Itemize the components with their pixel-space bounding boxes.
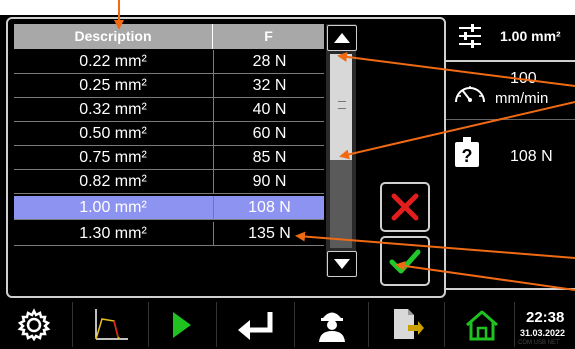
column-header-force[interactable]: F [213,24,324,49]
table-row[interactable]: 0.32 mm² 40 N [14,98,324,122]
scrollbar-track-lower[interactable] [330,160,352,248]
scrollbar-grip [338,101,346,109]
force-value: 108 N [510,148,553,165]
row-force: 85 N [213,146,325,169]
file-export-icon[interactable] [378,300,434,349]
table-row[interactable]: 0.50 mm² 60 N [14,122,324,146]
red-x-icon [391,193,419,221]
scroll-up-button[interactable] [327,25,357,51]
toolbar-separator [72,302,73,347]
row-description: 0.82 mm² [79,173,147,190]
triangle-up-icon [334,33,350,43]
row-description: 1.00 mm² [79,199,147,216]
svg-text:?: ? [462,146,473,166]
toolbar-separator [368,302,369,347]
toolbar-separator [148,302,149,347]
table-row[interactable]: 0.25 mm² 32 N [14,74,324,98]
gear-icon[interactable] [8,300,60,349]
triangle-down-icon [334,259,350,269]
play-icon[interactable] [160,300,204,349]
speed-unit: mm/min [495,90,549,107]
green-check-icon [389,249,421,274]
toolbar-separator [514,302,515,347]
row-description: 0.75 mm² [79,149,147,166]
speed-value: 100 [510,70,537,87]
row-force: 60 N [213,122,325,145]
confirm-button[interactable] [380,236,430,286]
speedometer-icon [452,80,488,111]
row-description: 0.22 mm² [79,53,147,70]
clock-date: 31.03.2022 [520,328,566,338]
row-description: 0.50 mm² [79,125,147,142]
clock-time: 22:38 [526,309,565,326]
enter-icon[interactable] [228,300,284,349]
divider [444,119,575,120]
sliders-icon[interactable] [452,18,488,54]
row-force: 32 N [213,74,325,97]
row-description: 0.25 mm² [79,77,147,94]
row-force: 90 N [213,170,325,193]
table-header: Description F [14,24,324,49]
home-icon[interactable] [454,300,510,349]
row-description: 0.32 mm² [79,101,147,118]
table-row[interactable]: 0.82 mm² 90 N [14,170,324,194]
column-header-description[interactable]: Description [14,24,213,49]
cancel-button[interactable] [380,182,430,232]
table-row[interactable]: 1.30 mm² 135 N [14,222,324,246]
row-force: 28 N [213,50,325,73]
table-row-selected[interactable]: 1.00 mm² 108 N [14,196,324,220]
chart-icon[interactable] [80,300,140,349]
scroll-down-button[interactable] [327,251,357,277]
unknown-weight-icon: ? [452,136,482,173]
table-row[interactable]: 0.75 mm² 85 N [14,146,324,170]
toolbar-separator [294,302,295,347]
row-force: 135 N [213,222,325,245]
current-value: 1.00 mm² [500,28,561,44]
row-force: 40 N [213,98,325,121]
row-force: 108 N [213,196,325,219]
toolbar-separator [216,302,217,347]
worker-icon[interactable] [304,300,360,349]
toolbar-separator [444,302,445,347]
status-footer: COM USB NET [518,340,560,346]
table-row[interactable]: 0.22 mm² 28 N [14,50,324,74]
row-description: 1.30 mm² [79,225,147,242]
